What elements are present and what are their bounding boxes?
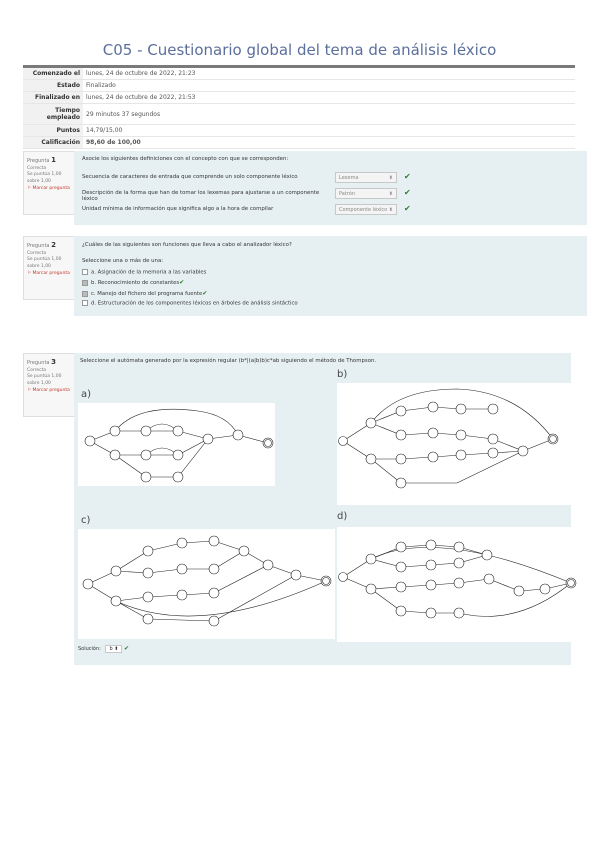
summary-value: lunes, 24 de octubre de 2022, 21:23 — [83, 65, 575, 80]
summary-value: 98,60 de 100,00 — [83, 136, 575, 149]
summary-label: Puntos — [23, 124, 83, 137]
question-label: Pregunta — [27, 158, 50, 164]
question-label: Pregunta — [27, 360, 50, 366]
summary-label: Tiempo empleado — [23, 103, 83, 125]
match-select[interactable]: Componente léxico ⬍ — [335, 204, 397, 215]
automaton-diagram-c — [78, 529, 335, 639]
checkbox[interactable] — [82, 290, 88, 297]
question-panel: ¿Cuáles de las siguientes son funciones … — [74, 236, 587, 316]
summary-label: Estado — [23, 79, 83, 92]
match-text: Descripción de la forma que han de tomar… — [82, 190, 320, 202]
check-icon: ✔ — [404, 188, 411, 197]
diagram-label-a: a) — [81, 389, 92, 400]
match-select[interactable]: Patrón ⬍ — [335, 188, 397, 199]
summary-value: lunes, 24 de octubre de 2022, 21:53 — [83, 91, 575, 104]
question-number: 3 — [51, 358, 56, 366]
automaton-diagram-b — [337, 383, 571, 505]
solution-label: Solución: — [78, 646, 101, 652]
summary-value: Finalizado — [83, 79, 575, 92]
automaton-diagram-d — [337, 527, 577, 642]
flag-icon: ⚐ — [27, 387, 32, 393]
summary-value: 29 minutos 37 segundos — [83, 103, 575, 125]
answer-option[interactable]: c. Manejo del fichero del programa fuent… — [82, 290, 207, 298]
flag-icon: ⚐ — [27, 185, 32, 191]
question-score: Se puntúa 1,00 sobre 1,00 — [27, 374, 62, 386]
match-text: Secuencia de caracteres de entrada que c… — [82, 174, 298, 180]
question-prompt: ¿Cuáles de las siguientes son funciones … — [82, 242, 292, 248]
question-panel: Asocie los siguientes definiciones con e… — [74, 151, 587, 225]
flag-question-link[interactable]: ⚐ Marcar pregunta — [27, 388, 71, 395]
flag-question-link[interactable]: ⚐ Marcar pregunta — [27, 271, 71, 278]
page-title: C05 - Cuestionario global del tema de an… — [102, 41, 497, 59]
question-label: Pregunta — [27, 243, 50, 249]
chevron-down-icon: ⬍ — [388, 175, 393, 181]
question-info: Pregunta 3 Correcta Se puntúa 1,00 sobre… — [23, 353, 75, 417]
diagram-label-d: d) — [337, 511, 348, 522]
checkbox[interactable] — [82, 269, 88, 275]
checkbox[interactable] — [82, 279, 88, 286]
checkbox[interactable] — [82, 300, 88, 306]
question-number: 2 — [51, 241, 56, 249]
match-row: Secuencia de caracteres de entrada que c… — [82, 172, 412, 184]
attempt-summary: Comenzado el lunes, 24 de octubre de 2022… — [23, 65, 575, 149]
summary-value: 14,79/15,00 — [83, 124, 575, 137]
diagram-label-c: c) — [81, 515, 91, 526]
question-prompt: Seleccione el autómata generado por la e… — [80, 358, 377, 364]
summary-label: Finalizado en — [23, 91, 83, 104]
diagram-label-b: b) — [337, 369, 348, 380]
answer-option[interactable]: b. Reconocimiento de constantes✔ — [82, 279, 184, 287]
match-row: Unidad mínima de información que signifi… — [82, 204, 412, 216]
check-icon: ✔ — [404, 172, 411, 181]
check-icon: ✔ — [179, 279, 185, 286]
match-row: Descripción de la forma que han de tomar… — [82, 188, 412, 202]
question-prompt: Asocie los siguientes definiciones con e… — [82, 156, 289, 162]
question-score: Se puntúa 1,00 sobre 1,00 — [27, 172, 62, 184]
automaton-diagram-a — [78, 403, 275, 486]
question-instruction: Seleccione una o más de una: — [82, 258, 164, 264]
match-text: Unidad mínima de información que signifi… — [82, 206, 274, 212]
match-select[interactable]: Lexema ⬍ — [335, 172, 397, 183]
chevron-down-icon: ⬍ — [388, 191, 393, 197]
summary-label: Calificación — [23, 136, 83, 149]
check-icon: ✔ — [202, 290, 208, 297]
answer-option[interactable]: a. Asignación de la memoria a las variab… — [82, 269, 206, 277]
question-number: 1 — [51, 156, 56, 164]
check-icon: ✔ — [404, 204, 411, 213]
question-info: Pregunta 1 Correcta Se puntúa 1,00 sobre… — [23, 151, 75, 215]
flag-icon: ⚐ — [27, 270, 32, 276]
summary-label: Comenzado el — [23, 65, 83, 80]
chevron-down-icon: ⬍ — [388, 207, 393, 213]
solution-select[interactable]: b ⬍ — [105, 645, 123, 653]
flag-question-link[interactable]: ⚐ Marcar pregunta — [27, 186, 71, 193]
check-icon: ✔ — [124, 645, 130, 652]
solution-row: Solución: b ⬍ ✔ — [78, 645, 129, 653]
answer-option[interactable]: d. Estructuración de los componentes léx… — [82, 300, 298, 308]
question-info: Pregunta 2 Correcta Se puntúa 1,00 sobre… — [23, 236, 75, 300]
question-score: Se puntúa 1,00 sobre 1,00 — [27, 257, 62, 269]
